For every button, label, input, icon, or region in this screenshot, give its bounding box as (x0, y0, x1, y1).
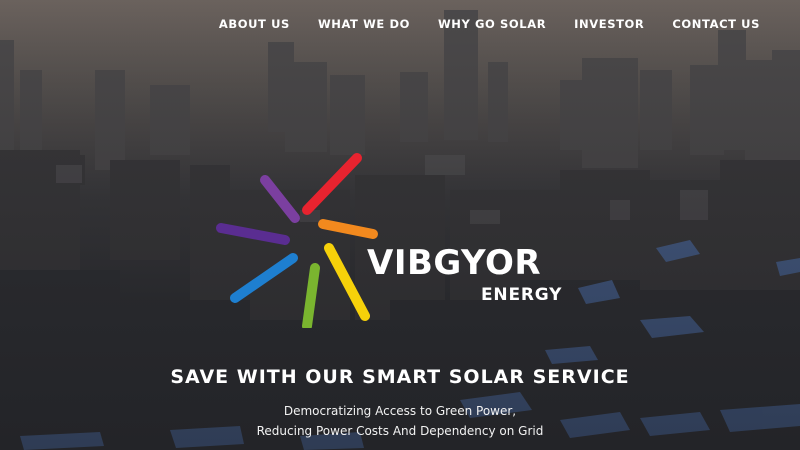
logo-ray-orange (318, 219, 378, 239)
logo-ray-green (302, 263, 320, 328)
nav-why-go-solar[interactable]: WHY GO SOLAR (438, 17, 546, 31)
sunburst-logo-icon (216, 153, 378, 328)
brand-name: VIBGYOR (367, 243, 542, 283)
top-navigation: ABOUT US WHAT WE DO WHY GO SOLAR INVESTO… (191, 17, 760, 31)
logo-ray-indigo (216, 223, 290, 245)
nav-contact-us[interactable]: CONTACT US (672, 17, 760, 31)
logo-ray-blue (230, 253, 298, 303)
hero-subline-2: Reducing Power Costs And Dependency on G… (256, 424, 544, 438)
nav-what-we-do[interactable]: WHAT WE DO (318, 17, 410, 31)
hero-subline-1: Democratizing Access to Green Power, (283, 404, 517, 418)
nav-about-us[interactable]: ABOUT US (219, 17, 290, 31)
brand-subtitle: ENERGY (481, 285, 563, 305)
hero-banner: ABOUT US WHAT WE DO WHY GO SOLAR INVESTO… (0, 0, 800, 450)
hero-headline: SAVE WITH OUR SMART SOLAR SERVICE (170, 366, 630, 388)
nav-investor[interactable]: INVESTOR (574, 17, 644, 31)
logo-ray-violet (260, 175, 300, 223)
vibgyor-energy-logo[interactable]: VIBGYOR ENERGY (215, 148, 585, 328)
logo-ray-red (302, 153, 362, 215)
logo-ray-yellow (324, 243, 370, 321)
